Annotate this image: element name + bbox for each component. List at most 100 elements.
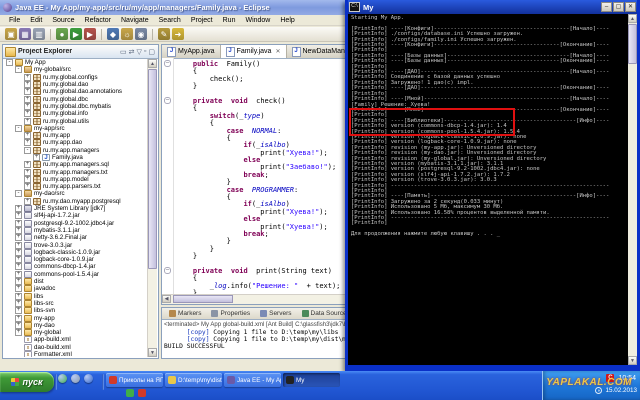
tree-item-ru-my-global-configs[interactable]: +ru.my.global.configs	[4, 74, 148, 81]
menu-project[interactable]: Project	[186, 17, 218, 24]
tree-item-commons-pool-1-5-4-jar[interactable]: +commons-pool-1.5.4.jar	[4, 271, 148, 278]
start-button[interactable]: пуск	[0, 372, 54, 392]
console-titlebar[interactable]: C:\ My – ▢ ✕	[348, 0, 637, 14]
tree-item-formatter-xml[interactable]: xFormatter.xml	[4, 351, 148, 357]
tree-item-ru-my-dao-myapp-postgresql[interactable]: +ru.my.dao.myapp.postgresql	[4, 198, 148, 205]
link-editor-icon[interactable]: ⇄	[129, 48, 135, 56]
tree-item-ru-my-global-dbc[interactable]: +ru.my.global.dbc	[4, 95, 148, 102]
expand-icon[interactable]: +	[24, 176, 31, 183]
panel-tab-markers[interactable]: Markers	[164, 310, 206, 317]
collapse-icon[interactable]: -	[15, 190, 22, 197]
tree-scrollbar[interactable]: ▲ ▼	[147, 59, 157, 357]
tree-item-netty-3-6-2-final-jar[interactable]: +netty-3.6.2.Final.jar	[4, 234, 148, 241]
tree-item-ru-my-app[interactable]: +ru.my.app	[4, 132, 148, 139]
scroll-up-icon[interactable]: ▲	[628, 14, 637, 23]
menu-run[interactable]: Run	[218, 17, 241, 24]
tree-item-my-global[interactable]: +my-global	[4, 329, 148, 336]
expand-icon[interactable]: +	[24, 88, 31, 95]
open-type-icon[interactable]: ☼	[121, 28, 133, 40]
tray-green-icon[interactable]	[126, 389, 134, 397]
menu-source[interactable]: Source	[47, 17, 79, 24]
tree-item-commons-dbcp-1-4-jar[interactable]: +commons-dbcp-1.4.jar	[4, 263, 148, 270]
tree-item-ru-my-app-managers-txt[interactable]: +ru.my.app.managers.txt	[4, 168, 148, 175]
task-opera[interactable]: Приколы на ЯПлака...	[106, 373, 163, 387]
menu-file[interactable]: File	[4, 17, 25, 24]
tree-item-ru-my-app-managers-sql[interactable]: +ru.my.app.managers.sql	[4, 161, 148, 168]
scroll-down-icon[interactable]: ▼	[148, 348, 157, 357]
ie-quick-icon[interactable]	[71, 374, 80, 383]
tree-item-app-build-xml[interactable]: xapp-build.xml	[4, 336, 148, 343]
console-scrollbar[interactable]: ▲ ▼	[628, 14, 637, 365]
scroll-left-icon[interactable]: ◀	[162, 295, 171, 303]
expand-icon[interactable]: +	[15, 227, 22, 234]
expand-icon[interactable]: +	[15, 322, 22, 329]
expand-icon[interactable]: +	[24, 103, 31, 110]
tree-item-logback-classic-1-0-9-jar[interactable]: +logback-classic-1.0.9.jar	[4, 249, 148, 256]
expand-icon[interactable]: +	[15, 315, 22, 322]
tree-item-my-app[interactable]: -My App	[4, 59, 148, 66]
task-eclipse[interactable]: Java EE - My App/my...	[224, 373, 281, 387]
antivirus-tray-icon[interactable]: C	[606, 374, 614, 382]
tree-item-ru-my-app-managers[interactable]: -ru.my.app.managers	[4, 147, 148, 154]
tree-item-dao-build-xml[interactable]: xdao-build.xml	[4, 344, 148, 351]
expand-icon[interactable]: +	[15, 329, 22, 336]
search-icon[interactable]: ◉	[135, 28, 147, 40]
close-tab-icon[interactable]: ✕	[275, 48, 280, 55]
expand-icon[interactable]: +	[15, 249, 22, 256]
expand-icon[interactable]: +	[24, 74, 31, 81]
panel-tab-servers[interactable]: Servers	[255, 310, 296, 317]
console-body[interactable]: Starting My App. [PrintInfo] ----[Конфиг…	[348, 14, 637, 365]
tree-item-logback-core-1-0-9-jar[interactable]: +logback-core-1.0.9.jar	[4, 256, 148, 263]
menu-window[interactable]: Window	[240, 17, 275, 24]
tree-item-postgresql-9-2-1002-jdbc4-jar[interactable]: +postgresql-9.2-1002.jdbc4.jar	[4, 220, 148, 227]
expand-icon[interactable]: +	[15, 271, 22, 278]
expand-icon[interactable]: +	[15, 220, 22, 227]
new-wizard-icon[interactable]: ▣	[5, 28, 17, 40]
expand-icon[interactable]: +	[15, 205, 22, 212]
external-tools-icon[interactable]: ▶	[84, 28, 96, 40]
expand-icon[interactable]: +	[15, 234, 22, 241]
volume-tray-icon[interactable]: ◗	[595, 387, 602, 394]
scroll-thumb[interactable]	[148, 69, 157, 269]
tree-item-my-dao-src[interactable]: -my-dao/src	[4, 190, 148, 197]
tree-item-ru-my-global-dao[interactable]: +ru.my.global.dao	[4, 81, 148, 88]
expand-icon[interactable]: +	[33, 154, 40, 161]
debug-icon[interactable]: ●	[56, 28, 68, 40]
save-icon[interactable]: ▦	[19, 28, 31, 40]
tree-item-ru-my-global-info[interactable]: +ru.my.global.info	[4, 110, 148, 117]
expand-icon[interactable]: +	[24, 161, 31, 168]
menu-navigate[interactable]: Navigate	[116, 17, 154, 24]
tray-red-icon[interactable]	[138, 389, 146, 397]
expand-icon[interactable]: +	[24, 198, 31, 205]
maximize-icon[interactable]: ▢	[148, 48, 155, 56]
expand-icon[interactable]: +	[15, 307, 22, 314]
expand-icon[interactable]: +	[24, 183, 31, 190]
tree-item-mybatis-3-1-1-jar[interactable]: +mybatis-3.1.1.jar	[4, 227, 148, 234]
expand-icon[interactable]: +	[15, 263, 22, 270]
expand-icon[interactable]: +	[15, 278, 22, 285]
editor-tab-myapp-java[interactable]: JMyApp.java	[162, 45, 221, 58]
collapse-icon[interactable]: -	[15, 66, 22, 73]
expand-icon[interactable]: +	[15, 212, 22, 219]
scroll-thumb[interactable]	[628, 24, 637, 64]
hscroll-thumb[interactable]	[173, 295, 233, 303]
tree-item-javadoc[interactable]: +javadoc	[4, 285, 148, 292]
tree-item-ru-my-global-dbc-mybatis[interactable]: +ru.my.global.dbc.mybatis	[4, 103, 148, 110]
tree-item-my-app[interactable]: +my-app	[4, 314, 148, 321]
expand-icon[interactable]: +	[15, 256, 22, 263]
minimize-icon[interactable]: ▫	[144, 48, 146, 55]
show-desktop-icon[interactable]	[84, 374, 93, 383]
scroll-up-icon[interactable]: ▲	[148, 59, 157, 68]
collapse-all-icon[interactable]: ▭	[120, 48, 127, 56]
tree-item-ru-my-app-dao[interactable]: +ru.my.app.dao	[4, 139, 148, 146]
collapse-icon[interactable]: -	[6, 59, 13, 66]
tree-item-dist[interactable]: +dist	[4, 278, 148, 285]
menu-search[interactable]: Search	[154, 17, 186, 24]
editor-tab-family-java[interactable]: JFamily.java✕	[221, 45, 287, 58]
collapse-icon[interactable]: -	[24, 147, 31, 154]
panel-tab-properties[interactable]: Properties	[206, 310, 255, 317]
close-button[interactable]: ✕	[625, 2, 636, 12]
tree-item-libs-svn[interactable]: +libs-svn	[4, 307, 148, 314]
opera-quick-icon[interactable]	[58, 374, 67, 383]
annotation-icon[interactable]: ✎	[158, 28, 170, 40]
